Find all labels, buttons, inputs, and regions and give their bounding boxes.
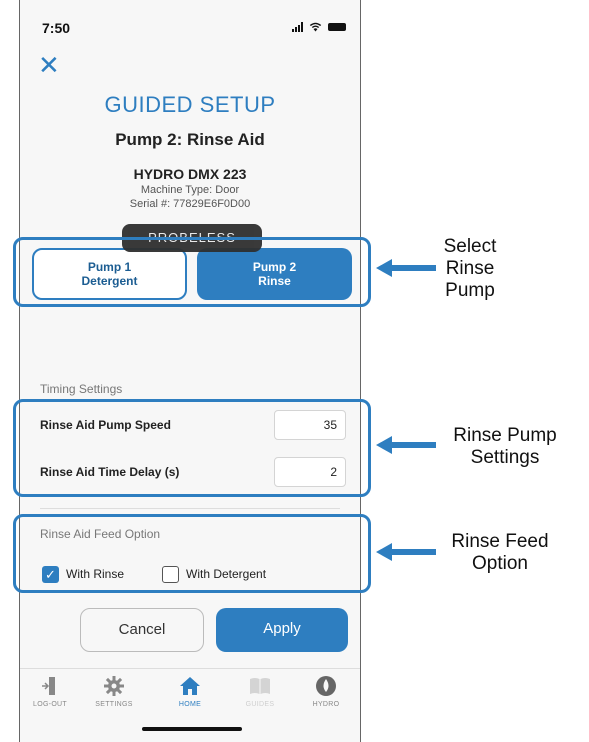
machine-type: Machine Type: Door <box>140 184 240 196</box>
divider <box>40 508 340 509</box>
gear-icon <box>84 675 144 697</box>
arrow-icon <box>376 436 436 454</box>
serial-number: Serial #: 77829E6F0D00 <box>129 198 251 210</box>
tab-guides-label: GUIDES <box>245 701 275 708</box>
callout-box-pump-settings <box>13 399 371 497</box>
tab-home-label: HOME <box>178 701 202 708</box>
timing-settings-label: Timing Settings <box>40 382 123 396</box>
tab-home[interactable]: HOME <box>160 675 220 708</box>
callout-select-pump: Select Rinse Pump <box>443 236 497 301</box>
arrow-icon <box>376 259 436 277</box>
tab-settings[interactable]: SETTINGS <box>84 675 144 708</box>
home-indicator <box>142 727 242 731</box>
tab-settings-label: SETTINGS <box>95 701 133 708</box>
tab-logout[interactable]: LOG-OUT <box>20 675 80 708</box>
logout-icon <box>20 675 80 697</box>
hydro-logo-icon <box>296 675 356 697</box>
close-icon[interactable]: ✕ <box>38 52 60 78</box>
status-bar: 7:50 <box>20 20 360 42</box>
tab-guides[interactable]: GUIDES <box>230 675 290 708</box>
phone-screen: 7:50 ✕ GUIDED SETUP Pump 2: Rinse Aid HY… <box>19 0 361 742</box>
machine-name: HYDRO DMX 223 <box>133 166 247 182</box>
arrow-icon <box>376 543 436 561</box>
apply-button[interactable]: Apply <box>216 608 348 652</box>
status-time: 7:50 <box>42 20 71 36</box>
callout-pump-settings: Rinse Pump Settings <box>453 425 557 468</box>
tab-hydro-label: HYDRO <box>312 701 340 708</box>
tab-hydro[interactable]: HYDRO <box>296 675 356 708</box>
book-icon <box>230 675 290 697</box>
signal-icon <box>292 22 303 32</box>
cancel-button[interactable]: Cancel <box>80 608 204 652</box>
callout-box-feed-option <box>13 514 371 593</box>
tab-bar: LOG-OUT SETTINGS HOME GUIDES HYDRO <box>20 668 360 719</box>
tab-logout-label: LOG-OUT <box>33 701 67 708</box>
home-icon <box>160 675 220 697</box>
callout-feed-option: Rinse Feed Option <box>451 531 549 574</box>
callout-box-select-pump <box>13 237 371 307</box>
wifi-icon <box>309 22 322 32</box>
page-title: GUIDED SETUP <box>104 92 276 117</box>
battery-icon <box>328 23 346 31</box>
pump-title: Pump 2: Rinse Aid <box>115 130 265 149</box>
